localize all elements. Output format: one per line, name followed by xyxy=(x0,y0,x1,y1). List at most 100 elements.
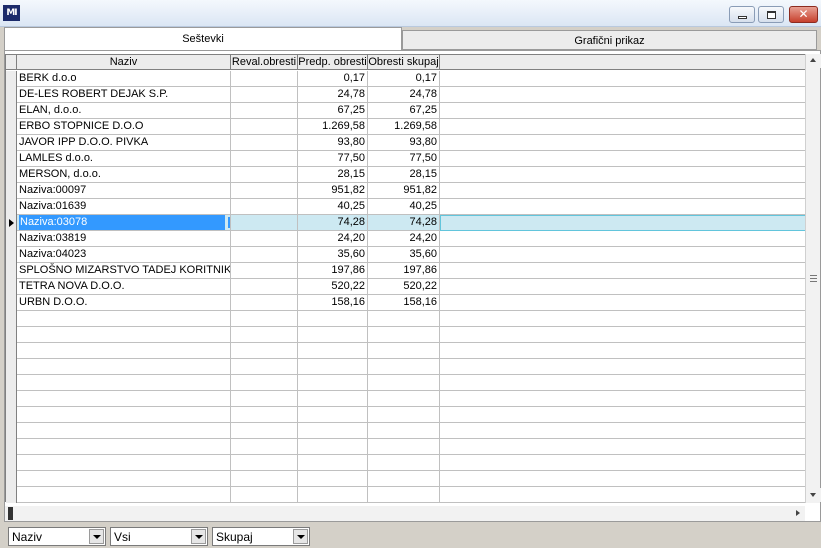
cell-reval-obresti[interactable] xyxy=(231,183,298,199)
row-indicator[interactable] xyxy=(6,103,17,119)
table-row[interactable]: SPLOŠNO MIZARSTVO TADEJ KORITNIK 197,86 19… xyxy=(6,263,806,279)
cell-predp-obresti[interactable]: 40,25 xyxy=(298,199,368,215)
horizontal-scroll-thumb[interactable] xyxy=(8,507,13,520)
cell-obresti-skupaj[interactable]: 158,16 xyxy=(368,295,440,311)
naziv-combo[interactable]: Naziv xyxy=(8,527,106,546)
row-indicator[interactable] xyxy=(6,87,17,103)
table-row[interactable]: BERK d.o.o 0,17 0,17 xyxy=(6,71,806,87)
scroll-right-icon[interactable] xyxy=(796,510,800,516)
cell-obresti-skupaj[interactable]: 28,15 xyxy=(368,167,440,183)
column-header-reval-obresti[interactable]: Reval.obresti xyxy=(231,55,298,70)
table-row[interactable]: Naziva:04023 35,60 35,60 xyxy=(6,247,806,263)
column-header-predp-obresti[interactable]: Predp. obresti xyxy=(298,55,368,70)
vsi-combo[interactable]: Vsi xyxy=(110,527,208,546)
cell-predp-obresti[interactable]: 74,28 xyxy=(298,215,368,231)
cell-obresti-skupaj[interactable]: 93,80 xyxy=(368,135,440,151)
cell-obresti-skupaj[interactable]: 1.269,58 xyxy=(368,119,440,135)
cell-predp-obresti[interactable]: 951,82 xyxy=(298,183,368,199)
cell-naziv[interactable]: ELAN, d.o.o. xyxy=(17,103,231,119)
cell-obresti-skupaj[interactable]: 74,28 xyxy=(368,215,440,231)
row-indicator[interactable] xyxy=(6,231,17,247)
cell-obresti-skupaj[interactable]: 40,25 xyxy=(368,199,440,215)
cell-predp-obresti[interactable]: 77,50 xyxy=(298,151,368,167)
table-row[interactable]: DE-LES ROBERT DEJAK S.P. 24,78 24,78 xyxy=(6,87,806,103)
cell-reval-obresti[interactable] xyxy=(231,135,298,151)
cell-naziv[interactable]: SPLOŠNO MIZARSTVO TADEJ KORITNIK xyxy=(17,263,231,279)
row-indicator[interactable] xyxy=(6,151,17,167)
tab-sestevki[interactable]: Seštevki xyxy=(4,27,402,50)
scroll-grip-icon[interactable] xyxy=(810,275,817,282)
cell-obresti-skupaj[interactable]: 24,20 xyxy=(368,231,440,247)
cell-naziv[interactable]: LAMLES d.o.o. xyxy=(17,151,231,167)
table-row[interactable]: TETRA NOVA D.O.O. 520,22 520,22 xyxy=(6,279,806,295)
row-indicator[interactable] xyxy=(6,199,17,215)
row-indicator[interactable] xyxy=(6,167,17,183)
cell-predp-obresti[interactable]: 1.269,58 xyxy=(298,119,368,135)
cell-reval-obresti[interactable] xyxy=(231,71,298,87)
cell-predp-obresti[interactable]: 158,16 xyxy=(298,295,368,311)
cell-obresti-skupaj[interactable]: 35,60 xyxy=(368,247,440,263)
cell-reval-obresti[interactable] xyxy=(231,215,298,231)
table-row[interactable]: MERSON, d.o.o. 28,15 28,15 xyxy=(6,167,806,183)
column-header-obresti-skupaj[interactable]: Obresti skupaj xyxy=(368,55,440,70)
chevron-down-icon[interactable] xyxy=(191,529,206,544)
data-grid[interactable]: Naziv Reval.obresti Predp. obresti Obres… xyxy=(5,54,806,503)
row-indicator[interactable] xyxy=(6,119,17,135)
cell-reval-obresti[interactable] xyxy=(231,167,298,183)
cell-naziv[interactable]: DE-LES ROBERT DEJAK S.P. xyxy=(17,87,231,103)
cell-reval-obresti[interactable] xyxy=(231,87,298,103)
cell-obresti-skupaj[interactable]: 67,25 xyxy=(368,103,440,119)
cell-naziv[interactable]: Naziva:03078 xyxy=(17,215,231,231)
table-row[interactable]: Naziva:03819 24,20 24,20 xyxy=(6,231,806,247)
chevron-down-icon[interactable] xyxy=(293,529,308,544)
cell-reval-obresti[interactable] xyxy=(231,263,298,279)
table-row[interactable]: LAMLES d.o.o. 77,50 77,50 xyxy=(6,151,806,167)
table-row[interactable]: ELAN, d.o.o. 67,25 67,25 xyxy=(6,103,806,119)
cell-reval-obresti[interactable] xyxy=(231,151,298,167)
horizontal-scrollbar[interactable] xyxy=(5,506,805,521)
cell-naziv[interactable]: Naziva:04023 xyxy=(17,247,231,263)
cell-reval-obresti[interactable] xyxy=(231,295,298,311)
cell-naziv[interactable]: BERK d.o.o xyxy=(17,71,231,87)
cell-reval-obresti[interactable] xyxy=(231,247,298,263)
cell-predp-obresti[interactable]: 35,60 xyxy=(298,247,368,263)
cell-obresti-skupaj[interactable]: 0,17 xyxy=(368,71,440,87)
vertical-scrollbar[interactable] xyxy=(805,54,821,503)
cell-reval-obresti[interactable] xyxy=(231,119,298,135)
minimize-button[interactable] xyxy=(729,6,755,23)
column-header-naziv[interactable]: Naziv xyxy=(17,55,231,70)
cell-obresti-skupaj[interactable]: 520,22 xyxy=(368,279,440,295)
row-indicator[interactable] xyxy=(6,215,17,231)
cell-naziv[interactable]: URBN D.O.O. xyxy=(17,295,231,311)
cell-naziv[interactable]: Naziva:03819 xyxy=(17,231,231,247)
skupaj-combo[interactable]: Skupaj xyxy=(212,527,310,546)
table-row[interactable]: Naziva:03078 74,28 74,28 xyxy=(6,215,806,231)
chevron-down-icon[interactable] xyxy=(89,529,104,544)
cell-predp-obresti[interactable]: 520,22 xyxy=(298,279,368,295)
cell-naziv[interactable]: Naziva:00097 xyxy=(17,183,231,199)
cell-obresti-skupaj[interactable]: 77,50 xyxy=(368,151,440,167)
maximize-button[interactable] xyxy=(758,6,784,23)
table-row[interactable]: URBN D.O.O. 158,16 158,16 xyxy=(6,295,806,311)
cell-obresti-skupaj[interactable]: 197,86 xyxy=(368,263,440,279)
table-row[interactable]: Naziva:00097 951,82 951,82 xyxy=(6,183,806,199)
table-row[interactable]: ERBO STOPNICE D.O.O 1.269,58 1.269,58 xyxy=(6,119,806,135)
cell-naziv[interactable]: Naziva:01639 xyxy=(17,199,231,215)
cell-predp-obresti[interactable]: 197,86 xyxy=(298,263,368,279)
cell-predp-obresti[interactable]: 28,15 xyxy=(298,167,368,183)
scroll-up-button[interactable] xyxy=(806,54,821,68)
cell-reval-obresti[interactable] xyxy=(231,279,298,295)
row-indicator[interactable] xyxy=(6,295,17,311)
row-indicator[interactable] xyxy=(6,247,17,263)
row-indicator[interactable] xyxy=(6,135,17,151)
tab-graficni-prikaz[interactable]: Grafični prikaz xyxy=(402,30,817,50)
cell-obresti-skupaj[interactable]: 951,82 xyxy=(368,183,440,199)
table-row[interactable]: JAVOR IPP D.O.O. PIVKA 93,80 93,80 xyxy=(6,135,806,151)
cell-reval-obresti[interactable] xyxy=(231,231,298,247)
cell-predp-obresti[interactable]: 24,78 xyxy=(298,87,368,103)
cell-naziv[interactable]: TETRA NOVA D.O.O. xyxy=(17,279,231,295)
close-button[interactable]: ✕ xyxy=(789,6,818,23)
cell-naziv[interactable]: ERBO STOPNICE D.O.O xyxy=(17,119,231,135)
row-indicator[interactable] xyxy=(6,279,17,295)
cell-predp-obresti[interactable]: 24,20 xyxy=(298,231,368,247)
